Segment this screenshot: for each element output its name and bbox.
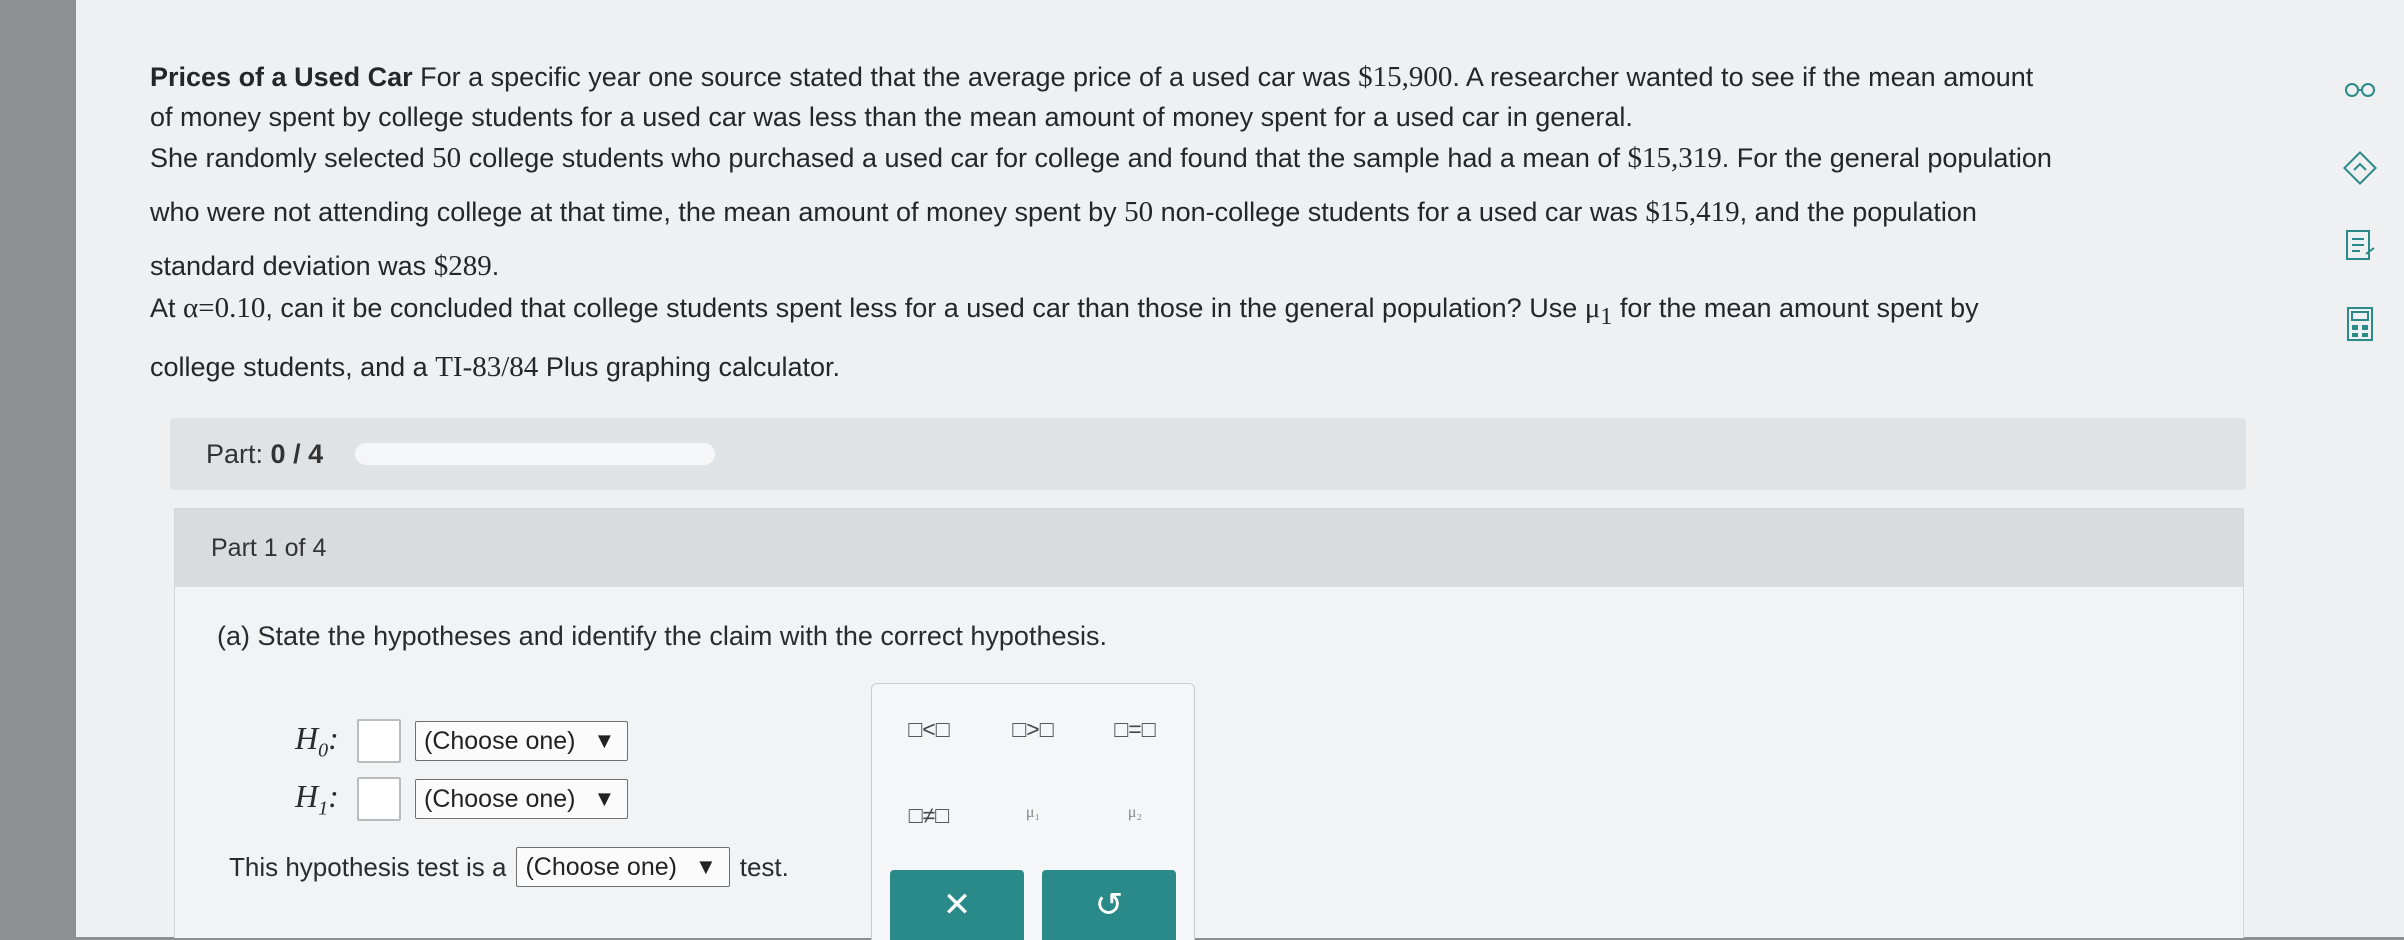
h1-label: H1: (295, 778, 357, 820)
part-header: Part 1 of 4 (175, 509, 2243, 587)
h0-subscript: 0 (318, 739, 329, 762)
problem-text: for the mean amount spent by (1619, 293, 1979, 324)
problem-text: non-college students for a used car was (1160, 197, 1638, 228)
h0-answer-input[interactable] (357, 719, 401, 763)
h1-claim-select[interactable]: (Choose one) ▼ (415, 779, 629, 819)
h1-colon: : (328, 777, 339, 814)
part-progress-value: 0 / 4 (270, 438, 324, 469)
problem-text: . (491, 251, 500, 282)
test-type-select-value: (Choose one) (525, 852, 677, 881)
mu2-button[interactable]: μ₂ (1090, 804, 1180, 822)
close-icon: ✕ (942, 886, 972, 924)
caret-down-icon: ▼ (694, 854, 717, 879)
problem-text: standard deviation was (150, 251, 427, 282)
test-type-select[interactable]: (Choose one) ▼ (516, 847, 730, 887)
clear-button[interactable]: ✕ (890, 870, 1024, 940)
less-than-button[interactable]: □<□ (884, 716, 974, 743)
null-hypothesis-row: H0: (Choose one) ▼ (295, 719, 629, 763)
math-value: $15,900 (1358, 61, 1453, 93)
h1-subscript: 1 (318, 797, 329, 820)
undo-button[interactable]: ↺ (1042, 870, 1176, 940)
part-progress-label: Part: 0 / 4 (206, 439, 323, 470)
problem-text: . A researcher wanted to see if the mean… (1452, 62, 2034, 92)
problem-text: , and the population (1739, 197, 1977, 228)
part-card: Part 1 of 4 (a) State the hypotheses and… (174, 508, 2244, 940)
question-text: (a) State the hypotheses and identify th… (217, 621, 1107, 651)
h0-colon: : (328, 719, 339, 756)
math-value: α=0.10 (183, 292, 266, 325)
problem-text: For a specific year one source stated th… (420, 62, 1351, 92)
h1-letter: H (295, 777, 319, 814)
h0-label: H0: (295, 720, 357, 762)
progress-track (355, 443, 716, 465)
mu1-button[interactable]: μ₁ (988, 804, 1078, 822)
greater-than-button[interactable]: □>□ (988, 716, 1078, 743)
h0-letter: H (295, 719, 319, 756)
test-type-row: This hypothesis test is a (Choose one) ▼… (229, 847, 789, 887)
problem-title: Prices of a Used Car (150, 62, 413, 92)
part-progress-bar: Part: 0 / 4 (170, 418, 2246, 490)
h1-answer-input[interactable] (357, 777, 401, 821)
h1-claim-select-value: (Choose one) (424, 784, 576, 813)
calculator-icon[interactable] (2340, 304, 2380, 344)
problem-statement: Prices of a Used Car For a specific year… (150, 56, 2250, 388)
problem-text: who were not attending college at that t… (150, 197, 1117, 228)
h0-claim-select-value: (Choose one) (424, 726, 576, 755)
problem-text: college students, and a (150, 352, 428, 383)
problem-text: , can it be concluded that college stude… (265, 293, 1578, 324)
math-value: 50 (432, 142, 462, 175)
notes-icon[interactable] (2340, 226, 2380, 266)
review-icon[interactable] (2340, 148, 2380, 188)
equals-button[interactable]: □=□ (1090, 716, 1180, 743)
problem-text: college students who purchased a used ca… (468, 143, 1620, 174)
math-value: TI-83/84 (435, 351, 539, 384)
glasses-icon[interactable] (2340, 70, 2380, 110)
test-type-prefix: This hypothesis test is a (229, 851, 507, 882)
side-toolbar (2340, 70, 2390, 382)
problem-text: of money spent by college students for a… (150, 102, 1633, 133)
part-progress-prefix: Part: (206, 438, 264, 469)
h0-claim-select[interactable]: (Choose one) ▼ (415, 721, 629, 761)
problem-text: At (150, 293, 176, 324)
caret-down-icon: ▼ (593, 786, 616, 811)
not-equal-button[interactable]: □≠□ (884, 802, 974, 829)
alternative-hypothesis-row: H1: (Choose one) ▼ (295, 777, 629, 821)
undo-icon: ↺ (1094, 886, 1124, 924)
math-value: $289 (433, 250, 492, 283)
test-type-suffix: test. (739, 851, 789, 882)
problem-text: . For the general population (1721, 143, 2052, 174)
problem-text: Plus graphing calculator. (545, 352, 841, 383)
mu1-symbol: μ1 (1584, 292, 1613, 330)
math-value: $15,419 (1645, 196, 1740, 229)
caret-down-icon: ▼ (593, 728, 616, 753)
symbol-palette: □<□ □>□ □=□ □≠□ μ₁ μ₂ ✕ ↺ (871, 683, 1195, 940)
mu-letter: μ (1584, 292, 1601, 325)
problem-text: She randomly selected (150, 143, 425, 174)
mu-subscript: 1 (1600, 303, 1613, 331)
math-value: 50 (1124, 196, 1154, 229)
math-value: $15,319 (1627, 142, 1722, 175)
